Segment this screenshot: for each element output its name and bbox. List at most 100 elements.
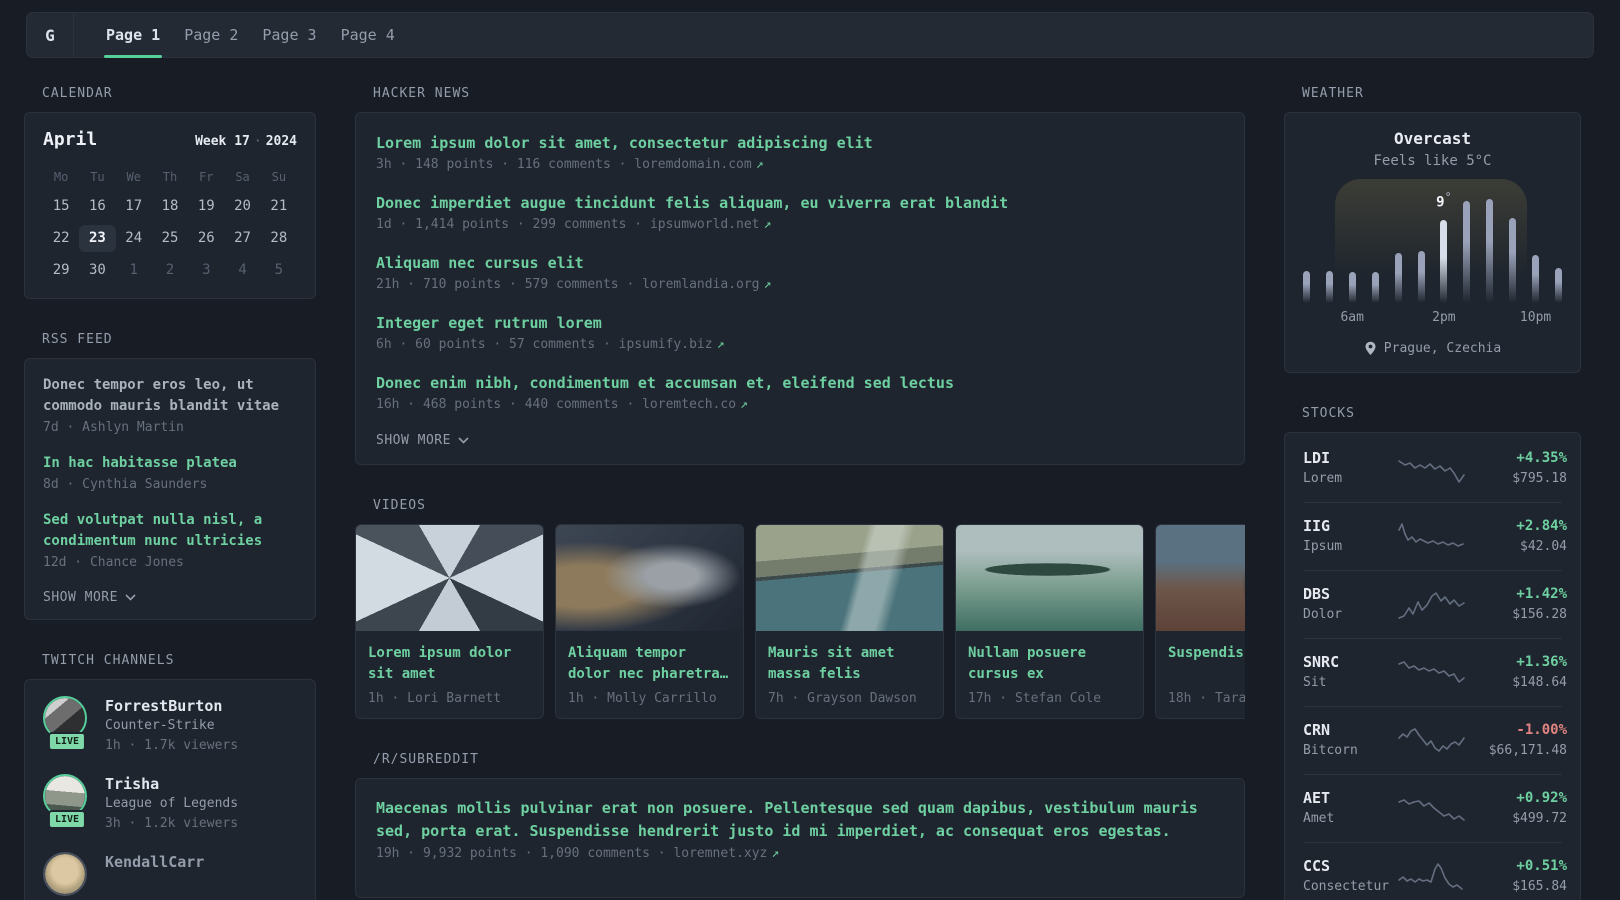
- external-link-icon: ↗: [763, 277, 772, 292]
- live-badge: LIVE: [47, 810, 87, 829]
- video-card[interactable]: Suspendisse diam 18h · Tara: [1155, 524, 1245, 719]
- hn-item-domain[interactable]: loremdomain.com: [634, 157, 751, 172]
- video-meta: 1h · Lori Barnett: [368, 691, 502, 706]
- app-logo[interactable]: G: [27, 13, 74, 57]
- tab-page-2[interactable]: Page 2: [172, 13, 250, 57]
- weather-bar: [1554, 267, 1562, 303]
- calendar-year: 2024: [265, 134, 297, 149]
- subreddit-section-title: /R/SUBREDDIT: [373, 752, 479, 767]
- hn-item-title[interactable]: Aliquam nec cursus elit: [376, 253, 1224, 274]
- tab-page-1[interactable]: Page 1: [94, 13, 172, 58]
- hn-item-title[interactable]: Lorem ipsum dolor sit amet, consectetur …: [376, 133, 1224, 154]
- hn-item-domain[interactable]: ipsumworld.net: [650, 217, 760, 232]
- weather-bar: [1348, 271, 1356, 303]
- twitch-channel-row[interactable]: LIVE Trisha League of Legends 3h · 1.2k …: [43, 774, 297, 834]
- hn-item-title[interactable]: Donec enim nibh, condimentum et accumsan…: [376, 373, 1224, 394]
- calendar-day: 16: [88, 198, 106, 214]
- hour-tick: 10pm: [1519, 310, 1552, 325]
- hn-item-stats: 6h · 60 points · 57 comments ·: [376, 337, 619, 352]
- channel-name[interactable]: KendallCarr: [105, 852, 204, 872]
- stock-change: +0.51%: [1516, 858, 1567, 874]
- video-title[interactable]: Mauris sit amet massa felis: [768, 643, 931, 685]
- calendar-section-title: CALENDAR: [42, 86, 113, 101]
- stock-price: $795.18: [1512, 471, 1567, 486]
- stock-row[interactable]: SNRC Sit +1.36% $148.64: [1303, 638, 1567, 706]
- stock-row[interactable]: DBS Dolor +1.42% $156.28: [1303, 570, 1567, 638]
- stocks-card: LDI Lorem +4.35% $795.18 IIG Ipsum +2.84% $4…: [1284, 432, 1581, 900]
- reddit-post-title[interactable]: Maecenas mollis pulvinar erat non posuer…: [376, 797, 1224, 843]
- show-more-label: SHOW MORE: [43, 590, 118, 605]
- weather-widget: WEATHER Overcast Feels like 5°C 9° 6am 2…: [1284, 86, 1581, 373]
- channel-name[interactable]: ForrestBurton: [105, 696, 238, 716]
- stock-change: +4.35%: [1516, 450, 1567, 466]
- stock-sparkline: [1395, 791, 1471, 827]
- hn-item: Aliquam nec cursus elit 21h · 710 points…: [376, 253, 1224, 295]
- calendar-day: 27: [234, 230, 251, 246]
- video-thumbnail: [756, 525, 943, 631]
- calendar-widget: CALENDAR April Week 17 · 2024 Mo Tu We Th …: [24, 86, 316, 299]
- stock-row[interactable]: AET Amet +0.92% $499.72: [1303, 774, 1567, 842]
- hn-item-meta: 21h · 710 points · 579 comments · loreml…: [376, 274, 1224, 295]
- calendar-day-next-month: 5: [274, 262, 284, 278]
- calendar-week-year: Week 17 · 2024: [195, 134, 297, 149]
- tab-page-3[interactable]: Page 3: [250, 13, 328, 57]
- twitch-channel-row[interactable]: LIVE ForrestBurton Counter-Strike 1h · 1…: [43, 696, 297, 756]
- hn-item-title[interactable]: Donec imperdiet augue tincidunt felis al…: [376, 193, 1224, 214]
- stock-row[interactable]: CRN Bitcorn -1.00% $66,171.48: [1303, 706, 1567, 774]
- video-title[interactable]: Lorem ipsum dolor sit amet consectetu…: [368, 643, 531, 685]
- weather-hour-labels: 6am 2pm 10pm: [1303, 310, 1562, 327]
- video-card[interactable]: Nullam posuere cursus ex 17h · Stefan Co…: [955, 524, 1144, 719]
- stocks-widget: STOCKS LDI Lorem +4.35% $795.18 IIG Ipsum +…: [1284, 406, 1581, 900]
- hour-tick: 6am: [1340, 310, 1364, 325]
- rss-item-title[interactable]: Sed volutpat nulla nisl, a condimentum n…: [43, 510, 297, 552]
- subreddit-card: Maecenas mollis pulvinar erat non posuer…: [355, 778, 1245, 898]
- calendar-day-next-month: 4: [238, 262, 247, 278]
- calendar-day: 18: [161, 198, 179, 214]
- rss-show-more-button[interactable]: SHOW MORE: [43, 590, 297, 605]
- stock-name: Bitcorn: [1303, 743, 1358, 758]
- hn-item-meta: 6h · 60 points · 57 comments · ipsumify.…: [376, 334, 1224, 355]
- stock-sparkline: [1395, 587, 1471, 623]
- stock-change: +1.36%: [1516, 654, 1567, 670]
- weather-bar: [1417, 251, 1425, 303]
- hn-item: Donec imperdiet augue tincidunt felis al…: [376, 193, 1224, 235]
- rss-item-title[interactable]: Donec tempor eros leo, ut commodo mauris…: [43, 375, 297, 417]
- video-card[interactable]: Aliquam tempor dolor nec pharetra… 1h · …: [555, 524, 744, 719]
- stock-price: $42.04: [1520, 539, 1567, 554]
- stock-ticker: AET: [1303, 789, 1331, 807]
- stock-name: Lorem: [1303, 471, 1343, 486]
- weather-feels-like: Feels like 5°C: [1373, 153, 1492, 169]
- weather-bar: [1532, 255, 1540, 303]
- hn-item-domain[interactable]: loremlandia.org: [642, 277, 759, 292]
- weather-hourly-chart: 9° 6am 2pm 10pm: [1303, 179, 1562, 327]
- video-title[interactable]: Nullam posuere cursus ex: [968, 643, 1131, 685]
- video-title[interactable]: Aliquam tempor dolor nec pharetra…: [568, 643, 731, 685]
- hn-item-title[interactable]: Integer eget rutrum lorem: [376, 313, 1224, 334]
- video-card[interactable]: Lorem ipsum dolor sit amet consectetu… 1…: [355, 524, 544, 719]
- twitch-channel-row[interactable]: KendallCarr: [43, 852, 297, 900]
- rss-item-title[interactable]: In hac habitasse platea: [43, 453, 297, 474]
- video-meta: 18h · Tara: [1168, 691, 1245, 706]
- video-thumbnail: [556, 525, 743, 631]
- stock-row[interactable]: CCS Consectetur +0.51% $165.84: [1303, 842, 1567, 900]
- video-title[interactable]: Suspendisse diam: [1168, 643, 1245, 685]
- tab-page-4[interactable]: Page 4: [329, 13, 407, 57]
- rss-item-meta: 7d · Ashlyn Martin: [43, 420, 184, 435]
- reddit-post-domain[interactable]: loremnet.xyz: [673, 846, 767, 861]
- hn-show-more-button[interactable]: SHOW MORE: [376, 433, 1224, 448]
- twitch-section-title: TWITCH CHANNELS: [42, 653, 175, 668]
- middle-column: HACKER NEWS Lorem ipsum dolor sit amet, …: [355, 86, 1245, 900]
- calendar-day: 24: [125, 230, 143, 246]
- calendar-day-next-month: 3: [202, 262, 211, 278]
- channel-name[interactable]: Trisha: [105, 774, 238, 794]
- hn-item-domain[interactable]: ipsumify.biz: [619, 337, 713, 352]
- chevron-down-icon: [125, 594, 136, 601]
- hn-item-domain[interactable]: loremtech.co: [642, 397, 736, 412]
- stock-row[interactable]: IIG Ipsum +2.84% $42.04: [1303, 502, 1567, 570]
- calendar-day: 26: [197, 230, 215, 246]
- video-card[interactable]: Mauris sit amet massa felis 7h · Grayson…: [755, 524, 944, 719]
- live-badge: LIVE: [47, 732, 87, 751]
- stock-sparkline: [1395, 519, 1471, 555]
- stock-row[interactable]: LDI Lorem +4.35% $795.18: [1303, 435, 1567, 502]
- video-meta: 17h · Stefan Cole: [968, 691, 1102, 706]
